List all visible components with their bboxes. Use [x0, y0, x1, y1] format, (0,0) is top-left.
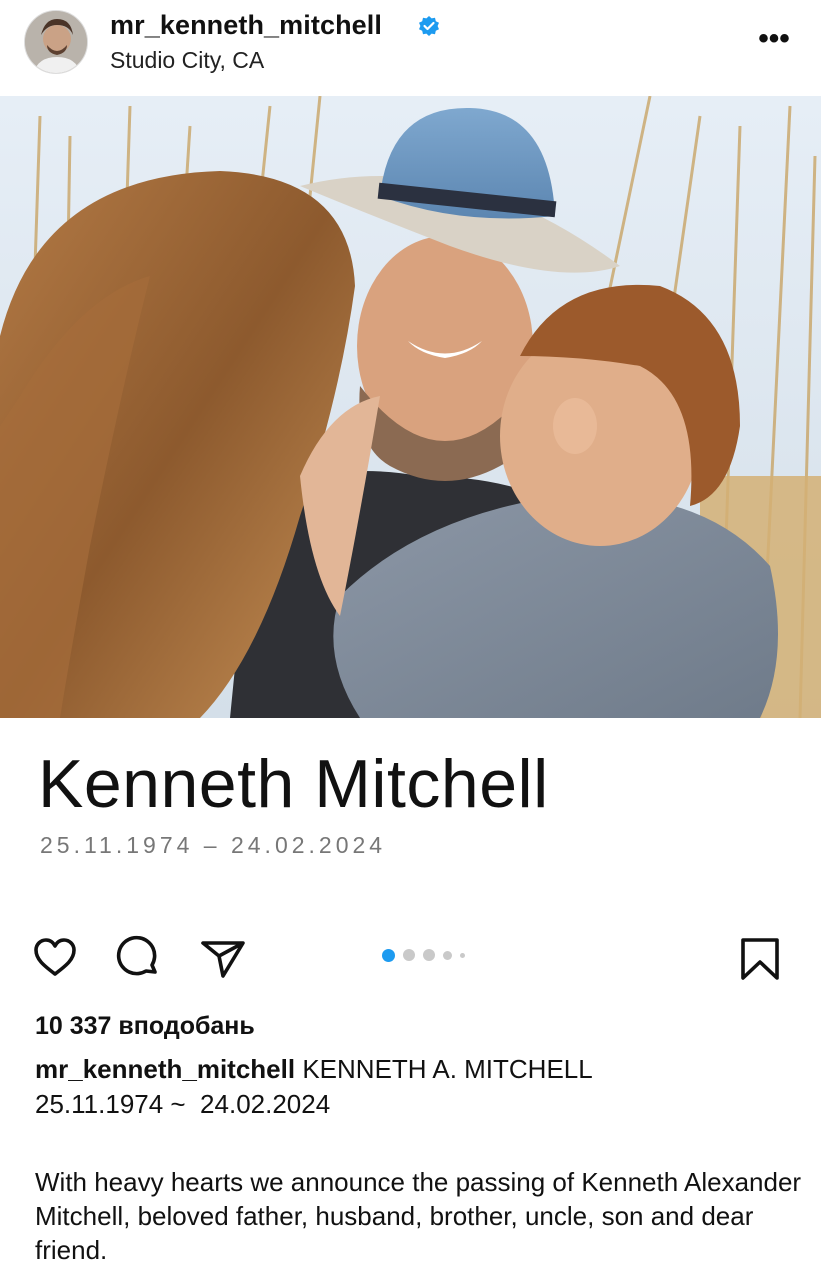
post-photo[interactable]: [0, 96, 821, 718]
avatar-photo: [25, 11, 87, 73]
post-header: mr_kenneth_mitchell Studio City, CA •••: [0, 0, 821, 96]
send-icon[interactable]: [199, 934, 247, 982]
caption-text-line2: 25.11.1974 ~ 24.02.2024: [35, 1089, 331, 1119]
comment-icon[interactable]: [115, 934, 163, 982]
family-photo: [0, 96, 821, 718]
carousel-dot[interactable]: [460, 952, 465, 958]
carousel-dot[interactable]: [403, 949, 415, 961]
slide-title: Kenneth Mitchell: [38, 746, 549, 822]
post-location[interactable]: Studio City, CA: [110, 47, 264, 74]
like-count[interactable]: 10 337 вподобань: [35, 1012, 255, 1041]
caption-header: mr_kenneth_mitchell KENNETH A. MITCHELL …: [35, 1052, 805, 1122]
caption-text-line1: KENNETH A. MITCHELL: [302, 1054, 593, 1084]
slide-dates: 25.11.1974 – 24.02.2024: [40, 832, 387, 858]
carousel-dot[interactable]: [443, 950, 452, 960]
verified-badge-icon: [419, 16, 439, 36]
bookmark-icon[interactable]: [736, 934, 784, 982]
post-username[interactable]: mr_kenneth_mitchell: [110, 10, 382, 41]
carousel-indicator: [382, 948, 465, 962]
profile-avatar[interactable]: [24, 10, 88, 74]
more-options-icon[interactable]: •••: [754, 24, 794, 54]
caption-username[interactable]: mr_kenneth_mitchell: [35, 1054, 295, 1084]
caption-body: With heavy hearts we announce the passin…: [35, 1167, 802, 1265]
carousel-dot[interactable]: [423, 949, 435, 961]
carousel-dot-active[interactable]: [382, 948, 395, 962]
heart-icon[interactable]: [31, 934, 79, 982]
